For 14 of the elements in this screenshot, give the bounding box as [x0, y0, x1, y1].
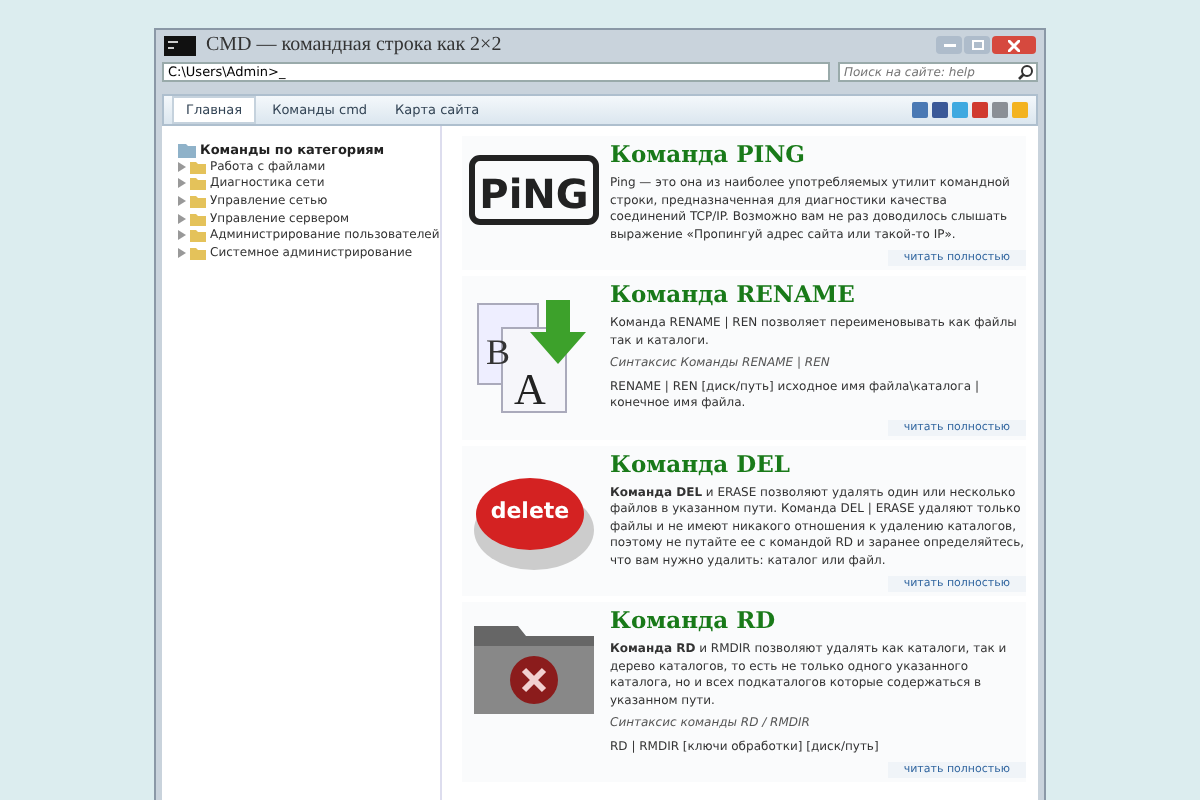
- close-button[interactable]: [992, 36, 1036, 54]
- close-icon: [1008, 39, 1020, 51]
- minimize-icon: [943, 42, 955, 48]
- article-title[interactable]: Команда PING: [610, 140, 1026, 168]
- window-title: CMD — командная строка как 2×2: [206, 34, 502, 56]
- article-title[interactable]: Команда RD: [610, 606, 1026, 634]
- article-title[interactable]: Команда RENAME: [610, 280, 1026, 308]
- maximize-icon: [971, 40, 983, 50]
- maximize-button[interactable]: [964, 36, 990, 54]
- ping-logo-icon: PiNG: [466, 152, 602, 228]
- console-icon: [164, 35, 196, 55]
- article-title[interactable]: Команда DEL: [610, 449, 1026, 477]
- minimize-button[interactable]: [936, 36, 962, 54]
- search-icon: [1018, 64, 1034, 80]
